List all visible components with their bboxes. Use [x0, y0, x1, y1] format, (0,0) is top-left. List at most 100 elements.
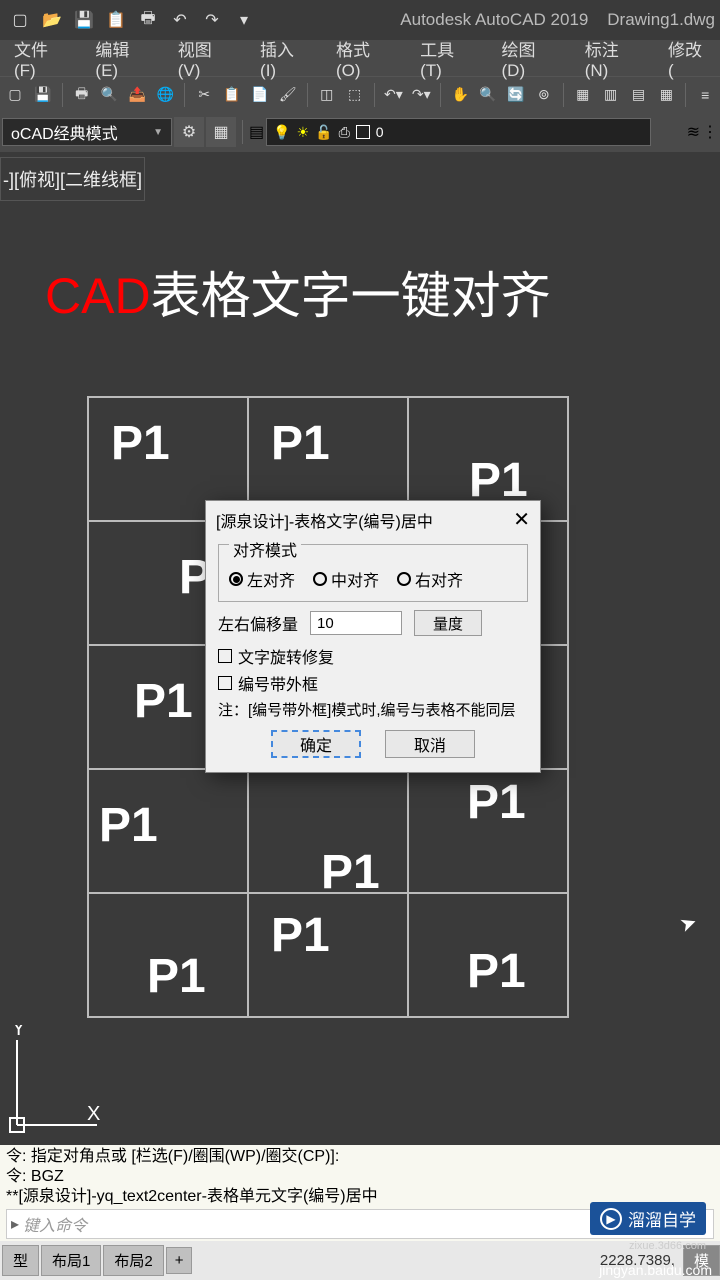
cut-icon[interactable]: ✂: [191, 82, 217, 108]
cmd-history-line: 令: BGZ: [6, 1167, 714, 1187]
block-icon[interactable]: ◫: [314, 82, 340, 108]
tab-model[interactable]: 型: [2, 1245, 39, 1276]
redo-icon[interactable]: ↷▾: [408, 82, 434, 108]
menu-view[interactable]: 视图(V): [164, 40, 246, 76]
align-mode-fieldset: 对齐模式 左对齐 中对齐 右对齐: [218, 544, 528, 602]
close-icon[interactable]: ✕: [513, 507, 530, 532]
settings-icon[interactable]: ▦: [206, 117, 236, 147]
divider: [374, 83, 375, 107]
fieldset-legend: 对齐模式: [229, 537, 301, 561]
tab-layout2[interactable]: 布局2: [103, 1245, 163, 1276]
radio-center[interactable]: 中对齐: [313, 567, 379, 591]
measure-button[interactable]: 量度: [414, 610, 482, 636]
svg-text:Y: Y: [12, 1025, 25, 1040]
select-icon[interactable]: ⬚: [342, 82, 368, 108]
layers-icon[interactable]: ≋: [687, 122, 700, 142]
save-icon[interactable]: 💾: [30, 82, 56, 108]
props-icon[interactable]: ▦: [570, 82, 596, 108]
baidu-watermark: jingyan.baidu.com: [599, 1262, 712, 1278]
saveas-icon[interactable]: 📋: [101, 6, 131, 34]
ok-button[interactable]: 确定: [271, 730, 361, 758]
open-icon[interactable]: 📂: [37, 6, 67, 34]
layer-dropdown[interactable]: 💡 ☀ 🔓 ⎙ 0: [266, 118, 651, 146]
publish-icon[interactable]: 📤: [125, 82, 151, 108]
radio-right[interactable]: 右对齐: [397, 567, 463, 591]
cell-text: P1: [99, 798, 158, 853]
workspace-toolbar: oCAD经典模式 ⚙ ▦ ▤ 💡 ☀ 🔓 ⎙ 0 ≋ ⋮: [0, 112, 720, 152]
layer-props-icon[interactable]: ▤: [249, 122, 264, 142]
new-icon[interactable]: ▢: [2, 82, 28, 108]
misc-icon[interactable]: ≡: [692, 82, 718, 108]
command-placeholder: 键入命令: [23, 1212, 87, 1236]
offset-input[interactable]: [310, 611, 402, 635]
check-rotate[interactable]: 文字旋转修复: [218, 644, 528, 668]
match-icon[interactable]: 🖌: [275, 82, 301, 108]
dropdown-icon[interactable]: ▾: [229, 6, 259, 34]
menu-insert[interactable]: 插入(I): [246, 40, 322, 76]
menu-edit[interactable]: 编辑(E): [81, 40, 163, 76]
dialog-title-text: [源泉设计]-表格文字(编号)居中: [216, 508, 433, 532]
menu-file[interactable]: 文件(F): [0, 40, 81, 76]
cmd-history-line: 令: 指定对角点或 [栏选(F)/圈围(WP)/圈交(CP)]:: [6, 1147, 714, 1167]
dialog-titlebar[interactable]: [源泉设计]-表格文字(编号)居中 ✕: [206, 501, 540, 538]
cell-text: P1: [321, 845, 380, 900]
viewport-label[interactable]: -][俯视][二维线框]: [0, 157, 145, 201]
check-frame[interactable]: 编号带外框: [218, 671, 528, 695]
layer-name: 0: [376, 124, 384, 140]
title-bar: ▢ 📂 💾 📋 🖶 ↶ ↷ ▾ Autodesk AutoCAD 2019 Dr…: [0, 0, 720, 40]
divider: [440, 83, 441, 107]
new-icon[interactable]: ▢: [5, 6, 35, 34]
menu-format[interactable]: 格式(O): [322, 40, 406, 76]
checkbox-icon: [218, 649, 232, 663]
preview-icon[interactable]: 🔍: [97, 82, 123, 108]
ucs-icon: Y X: [2, 1025, 112, 1145]
cursor-icon: ➤: [676, 909, 700, 938]
gear-icon[interactable]: ⚙: [174, 117, 204, 147]
copy-icon[interactable]: 📋: [219, 82, 245, 108]
undo-icon[interactable]: ↶: [165, 6, 195, 34]
cell-text: P1: [467, 775, 526, 830]
plot-icon: ⎙: [339, 124, 350, 141]
checkbox-icon: [218, 676, 232, 690]
zoom-icon[interactable]: 🔍: [475, 82, 501, 108]
prompt-icon: ▸: [11, 1214, 19, 1234]
undo-icon[interactable]: ↶▾: [381, 82, 407, 108]
steering-icon[interactable]: ⊚: [531, 82, 557, 108]
pan-icon[interactable]: ✋: [447, 82, 473, 108]
divider: [184, 83, 185, 107]
watermark-badge: ▶ 溜溜自学: [590, 1202, 706, 1235]
save-icon[interactable]: 💾: [69, 6, 99, 34]
sheet-icon[interactable]: ▦: [653, 82, 679, 108]
divider: [563, 83, 564, 107]
misc2-icon[interactable]: ⋮: [702, 122, 718, 142]
cancel-button[interactable]: 取消: [385, 730, 475, 758]
menu-modify[interactable]: 修改(: [654, 40, 720, 76]
play-icon: ▶: [600, 1208, 622, 1230]
divider: [307, 83, 308, 107]
tool-icon[interactable]: ▤: [626, 82, 652, 108]
table-cell: P1: [408, 893, 568, 1017]
menu-dim[interactable]: 标注(N): [571, 40, 654, 76]
light-icon: 💡: [273, 124, 290, 141]
tab-layout1[interactable]: 布局1: [41, 1245, 101, 1276]
print-icon[interactable]: 🖶: [69, 82, 95, 108]
plot-icon[interactable]: 🖶: [133, 6, 163, 34]
align-dialog: [源泉设计]-表格文字(编号)居中 ✕ 对齐模式 左对齐 中对齐 右对齐 左右偏…: [205, 500, 541, 773]
paste-icon[interactable]: 📄: [247, 82, 273, 108]
orbit-icon[interactable]: 🔄: [503, 82, 529, 108]
dialog-note: 注：[编号带外框]模式时,编号与表格不能同层: [218, 699, 528, 720]
cell-text: P1: [134, 674, 193, 729]
radio-left[interactable]: 左对齐: [229, 567, 295, 591]
tab-add[interactable]: +: [166, 1247, 193, 1274]
design-icon[interactable]: ▥: [598, 82, 624, 108]
workspace-dropdown[interactable]: oCAD经典模式: [2, 118, 172, 146]
menu-draw[interactable]: 绘图(D): [488, 40, 571, 76]
menu-tools[interactable]: 工具(T): [406, 40, 487, 76]
radio-icon: [229, 572, 243, 586]
cell-text: P1: [111, 416, 170, 471]
table-cell: P1: [248, 893, 408, 1017]
cell-text: P1: [147, 949, 206, 1004]
table-cell: P1: [88, 769, 248, 893]
redo-icon[interactable]: ↷: [197, 6, 227, 34]
globe-icon[interactable]: 🌐: [152, 82, 178, 108]
